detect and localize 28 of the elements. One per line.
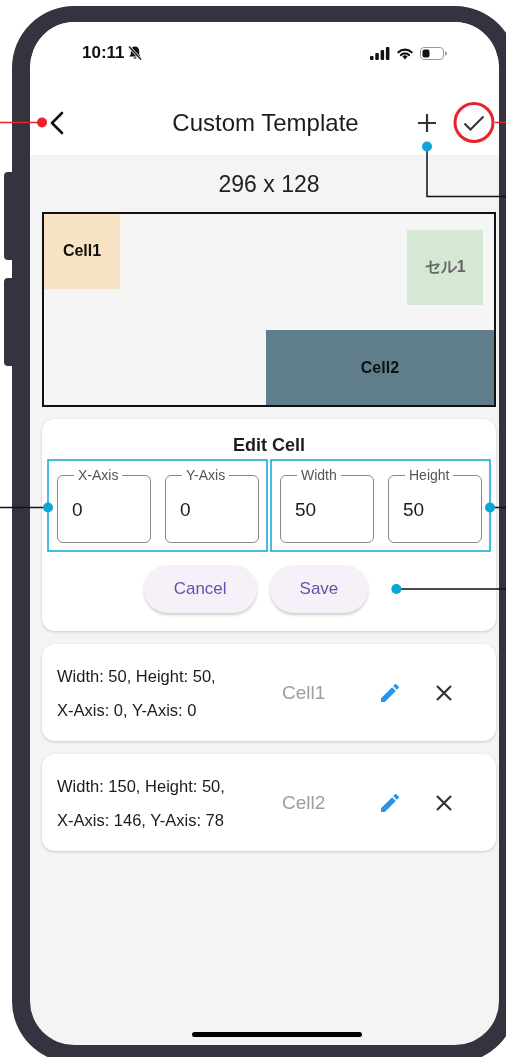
canvas-size: 296 x 128 [217, 171, 321, 198]
screen-title: Custom Template [171, 108, 360, 137]
cell-name: Cell2 [282, 791, 327, 814]
cell-details: Width: 50, Height: 50, X-Axis: 0, Y-Axis: 0 [57, 665, 217, 721]
template-cell[interactable]: Cell1 [44, 214, 121, 289]
card-title: Edit Cell [233, 435, 305, 456]
input-field[interactable]: Y-Axis 0 [165, 468, 259, 543]
input-field[interactable]: Height 50 [388, 468, 482, 543]
wifi-icon [396, 47, 414, 60]
back-button[interactable] [50, 110, 64, 135]
signal-icon [370, 47, 390, 60]
callout-dot [485, 502, 495, 513]
status-time: 10:11 [82, 43, 125, 63]
template-cell[interactable]: Cell2 [265, 330, 494, 405]
leader-line [494, 121, 506, 124]
add-button[interactable] [417, 112, 437, 133]
pill-button[interactable]: Save [269, 565, 369, 613]
check-button[interactable] [463, 113, 485, 132]
callout-dot [43, 502, 53, 513]
input-field[interactable]: Width 50 [280, 468, 374, 543]
close-button[interactable] [435, 793, 453, 812]
cell-name: Cell1 [282, 681, 327, 704]
pill-button[interactable]: Cancel [143, 565, 257, 613]
close-button[interactable] [435, 683, 453, 702]
input-field[interactable]: X-Axis 0 [57, 468, 151, 543]
template-cell[interactable]: セル1 [407, 230, 484, 306]
cell-details: Width: 150, Height: 50, X-Axis: 146, Y-Axis: 78 [57, 775, 226, 831]
battery-icon [420, 47, 447, 60]
